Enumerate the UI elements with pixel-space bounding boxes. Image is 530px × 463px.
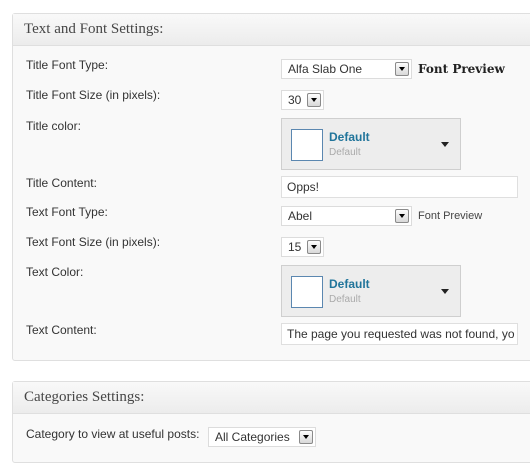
panel-title: Categories Settings: <box>13 382 530 414</box>
text-font-type-value: Abel <box>288 209 313 223</box>
chevron-down-icon <box>395 62 409 76</box>
text-font-size-label: Text Font Size (in pixels): <box>26 235 161 249</box>
caret-down-icon <box>441 289 449 294</box>
text-font-preview: Font Preview <box>418 210 483 222</box>
title-content-label: Title Content: <box>26 176 97 190</box>
text-color-label: Text Color: <box>26 265 84 279</box>
category-value: All Categories <box>215 430 290 444</box>
title-font-size-value: 30 <box>288 93 302 107</box>
color-swatch <box>291 276 323 308</box>
category-select[interactable]: All Categories <box>208 427 316 447</box>
text-font-type-select[interactable]: Abel <box>281 206 412 226</box>
text-color-sub: Default <box>329 294 361 305</box>
title-color-name: Default <box>329 130 370 144</box>
chevron-down-icon <box>395 209 409 223</box>
title-color-label: Title color: <box>26 119 81 133</box>
text-font-size-select[interactable]: 15 <box>281 237 324 257</box>
category-label: Category to view at useful posts: <box>26 427 200 441</box>
text-content-input[interactable]: The page you requested was not found, yo <box>281 323 518 345</box>
chevron-down-icon <box>307 240 321 254</box>
title-font-size-select[interactable]: 30 <box>281 90 324 110</box>
title-font-type-select[interactable]: Alfa Slab One <box>281 59 412 79</box>
title-content-input[interactable]: Opps! <box>281 176 518 198</box>
title-font-preview: Font Preview <box>418 62 505 76</box>
title-color-sub: Default <box>329 147 361 158</box>
color-swatch <box>291 129 323 161</box>
text-color-name: Default <box>329 277 370 291</box>
text-font-size-value: 15 <box>288 240 302 254</box>
title-color-picker[interactable]: Default Default <box>281 118 461 170</box>
text-content-label: Text Content: <box>26 323 97 337</box>
title-font-type-value: Alfa Slab One <box>288 62 363 76</box>
caret-down-icon <box>441 142 449 147</box>
chevron-down-icon <box>307 93 321 107</box>
text-color-picker[interactable]: Default Default <box>281 265 461 317</box>
categories-settings-panel: Categories Settings: <box>12 381 530 463</box>
text-font-type-label: Text Font Type: <box>26 205 108 219</box>
chevron-down-icon <box>299 430 313 444</box>
title-font-type-label: Title Font Type: <box>26 58 109 72</box>
panel-title: Text and Font Settings: <box>13 14 530 46</box>
title-font-size-label: Title Font Size (in pixels): <box>26 88 161 102</box>
